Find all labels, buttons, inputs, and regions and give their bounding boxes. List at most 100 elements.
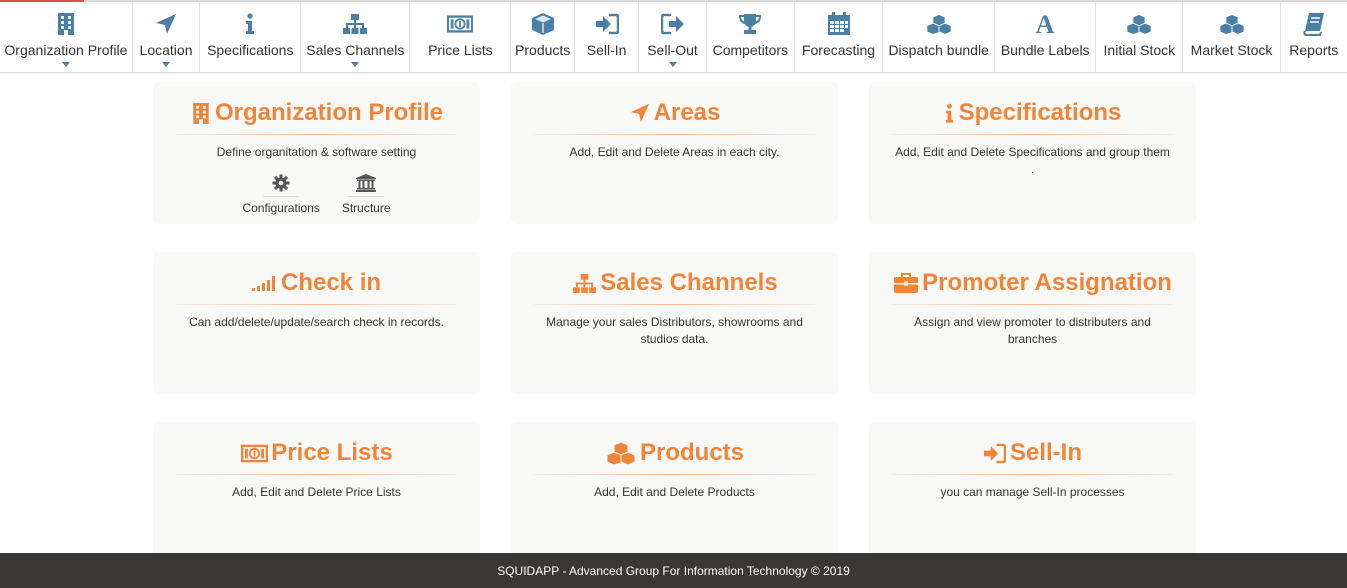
sign-out-icon [660,11,686,37]
card-sell-in[interactable]: Sell-In you can manage Sell-In processes [870,423,1195,553]
nav-location[interactable]: Location [133,2,201,72]
card-organization-profile[interactable]: Organization Profile Define organitation… [154,83,479,223]
nav-label: Specifications [207,42,294,58]
nav-label: Bundle Labels [1000,42,1090,58]
book-icon [1301,11,1327,37]
cube-icon [530,11,556,37]
card-description: Define organitation & software setting [216,145,417,159]
gear-icon [270,173,292,193]
card-divider [892,474,1173,475]
nav-label: Sell-In [586,42,627,58]
card-title: Check in [154,266,479,300]
cubes-icon [605,441,637,465]
nav-sales-channels[interactable]: Sales Channels [301,2,411,72]
card-title-text: Price Lists [271,439,393,466]
card-description: Add, Edit and Delete Price Lists [232,485,401,499]
nav-forecasting[interactable]: Forecasting [795,2,884,72]
cubes-icon [1218,11,1245,37]
card-divider [534,474,815,475]
card-areas[interactable]: Areas Add, Edit and Delete Areas in each… [512,83,837,223]
building-icon [190,102,212,124]
chevron-down-icon [61,62,70,67]
card-divider [176,134,457,135]
card-description: Add, Edit and Delete Specifications and … [895,145,1170,176]
card-sales-channels[interactable]: Sales Channels Manage your sales Distrib… [512,253,837,393]
signal-icon [251,272,278,294]
briefcase-icon [893,272,919,294]
chevron-down-icon [162,62,171,67]
nav-initial-stock[interactable]: Initial Stock [1096,2,1184,72]
nav-price-lists[interactable]: Price Lists [410,2,512,72]
card-title: Promoter Assignation [870,266,1195,300]
card-divider [176,304,457,305]
chevron-down-icon [351,62,360,67]
location-arrow-icon [153,11,179,37]
card-title: Organization Profile [154,96,479,130]
card-title-text: Check in [280,269,382,296]
sublink-divider [263,196,300,197]
card-products[interactable]: Products Add, Edit and Delete Products [512,423,837,553]
nav-bundle-labels[interactable]: A Bundle Labels [995,2,1097,72]
sitemap-icon [342,11,368,37]
nav-competitors[interactable]: Competitors [707,2,795,72]
nav-label: Market Stock [1190,42,1273,58]
calendar-icon [826,11,852,37]
nav-label: Forecasting [801,42,876,58]
card-promoter-assignation[interactable]: Promoter Assignation Assign and view pro… [870,253,1195,393]
card-title-text: Products [639,439,744,466]
nav-market-stock[interactable]: Market Stock [1183,2,1281,72]
card-title-text: Specifications [958,99,1122,126]
nav-label: Dispatch bundle [888,42,989,58]
sublink-configurations[interactable]: Configurations [242,173,320,215]
svg-text:A: A [1036,12,1055,36]
nav-label: Reports [1289,42,1339,58]
card-description: Assign and view promoter to distributers… [914,315,1151,346]
card-title: Sales Channels [512,266,837,300]
nav-label: Sales Channels [306,42,405,58]
card-description: Add, Edit and Delete Areas in each city. [569,145,780,159]
sign-in-icon [983,442,1007,464]
location-arrow-icon [629,102,651,124]
nav-sell-in[interactable]: Sell-In [575,2,640,72]
dashboard-content: Organization Profile Define organitation… [0,73,1347,553]
sitemap-icon [571,272,597,294]
card-description: Manage your sales Distributors, showroom… [546,315,803,346]
card-divider [534,134,815,135]
sublink-structure[interactable]: Structure [342,173,391,215]
nav-label: Sell-Out [647,42,698,58]
nav-label: Initial Stock [1103,42,1176,58]
card-price-lists[interactable]: Price Lists Add, Edit and Delete Price L… [154,423,479,553]
nav-label: Location [139,42,193,58]
card-description: Can add/delete/update/search check in re… [189,315,444,329]
card-title: Products [512,436,837,470]
building-icon [53,11,79,37]
card-title: Price Lists [154,436,479,470]
card-sublinks: Configurations Structure [154,173,479,215]
card-divider [892,134,1173,135]
main-navbar: Organization Profile Location Specificat… [0,2,1347,73]
nav-sell-out[interactable]: Sell-Out [639,2,707,72]
nav-specifications[interactable]: Specifications [200,2,302,72]
sublink-label: Configurations [242,201,320,215]
font-icon: A [1032,11,1058,37]
card-title-text: Organization Profile [214,99,444,126]
card-title-text: Promoter Assignation [922,269,1172,296]
sublink-label: Structure [341,201,391,215]
footer-copyright: SQUIDAPP - Advanced Group For Informatio… [497,563,850,578]
cubes-icon [1126,11,1152,37]
card-specifications[interactable]: Specifications Add, Edit and Delete Spec… [870,83,1195,223]
nav-reports[interactable]: Reports [1281,2,1347,72]
money-icon [240,442,268,464]
card-title: Areas [512,96,837,130]
nav-dispatch-bundle[interactable]: Dispatch bundle [883,2,996,72]
money-icon [447,11,474,37]
nav-organization-profile[interactable]: Organization Profile [0,2,133,72]
info-icon [237,11,263,37]
card-title-text: Sales Channels [600,269,778,296]
nav-label: Competitors [712,42,789,58]
card-title-text: Areas [653,99,721,126]
nav-products[interactable]: Products [511,2,575,72]
card-check-in[interactable]: Check in Can add/delete/update/search ch… [154,253,479,393]
nav-label: Organization Profile [4,42,128,58]
footer: SQUIDAPP - Advanced Group For Informatio… [0,553,1347,588]
